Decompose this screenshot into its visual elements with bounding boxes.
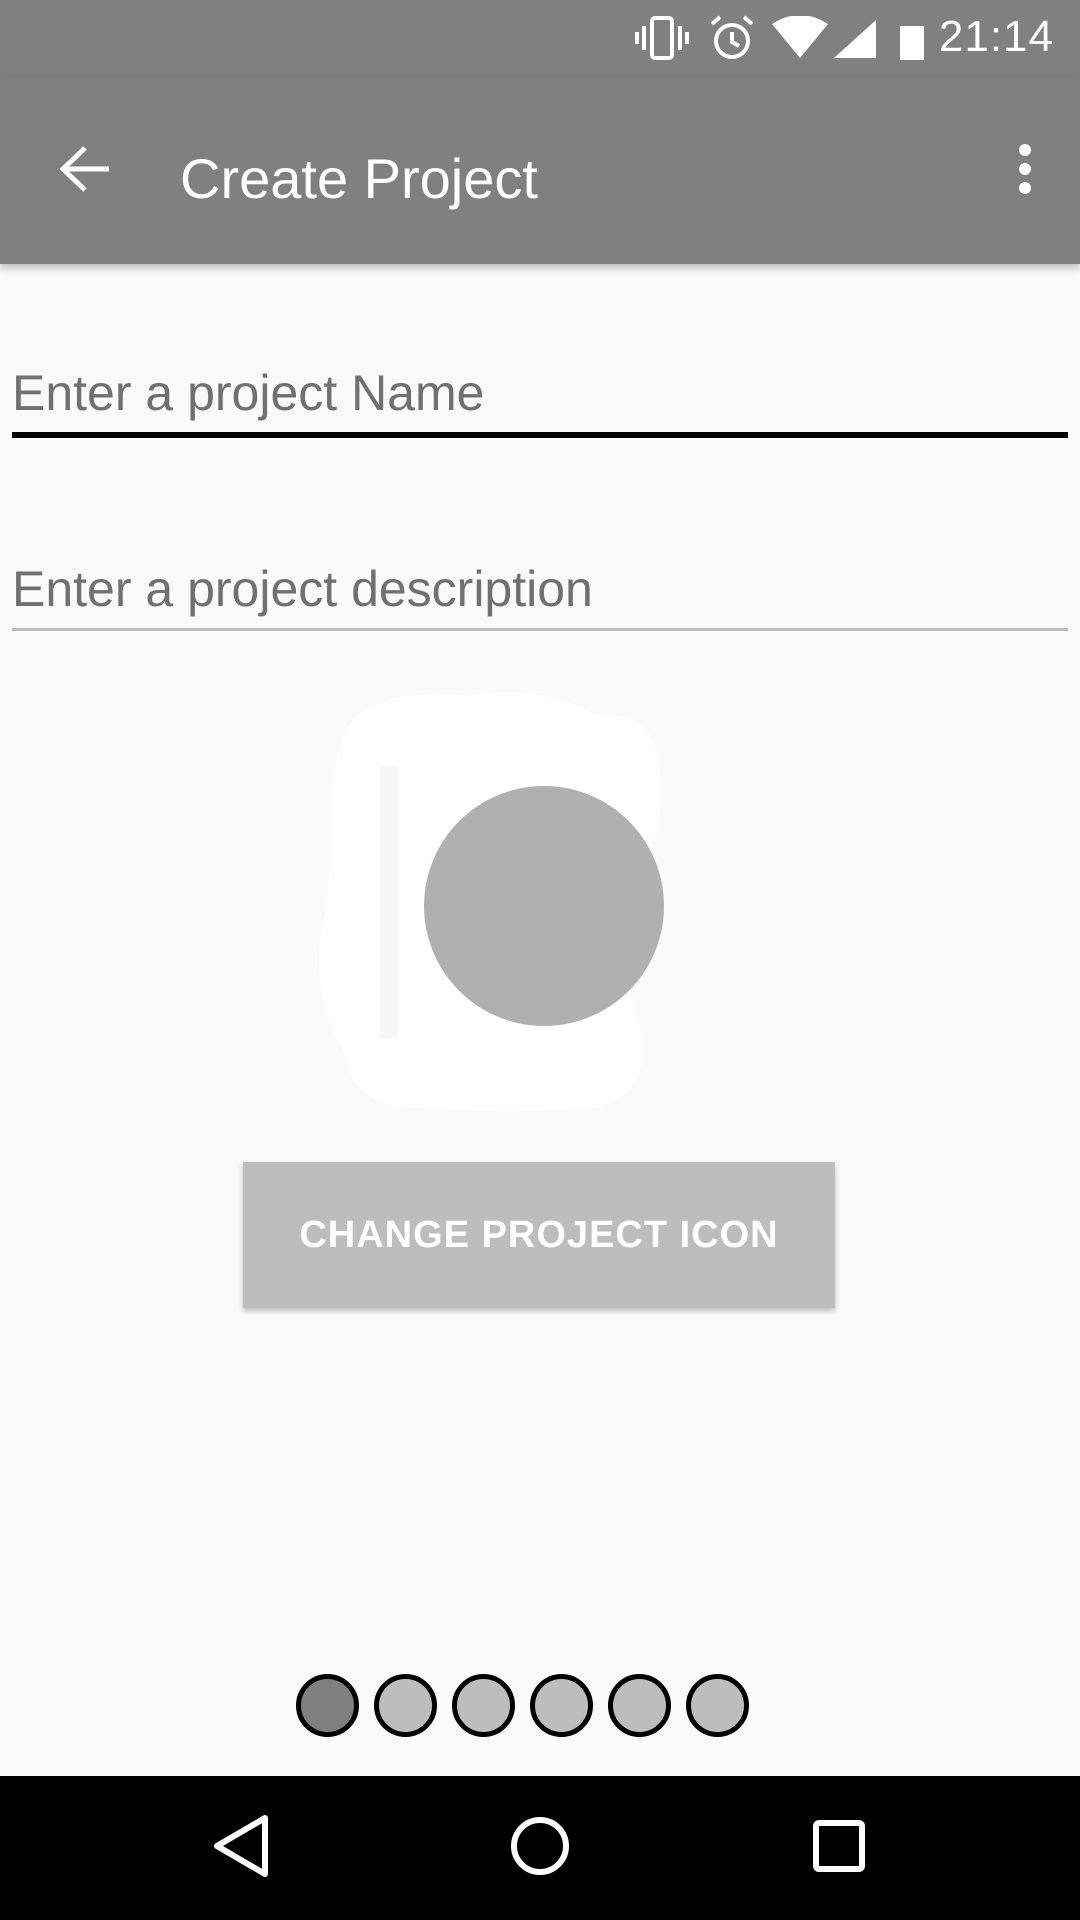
nav-recents-icon xyxy=(811,1818,867,1879)
battery-icon xyxy=(898,20,926,65)
vibrate-icon xyxy=(634,14,690,67)
project-name-field xyxy=(12,358,1068,438)
project-name-underline xyxy=(12,432,1068,438)
page-dot-1[interactable] xyxy=(295,1674,359,1737)
page-dot-3[interactable] xyxy=(451,1674,515,1737)
page-indicator xyxy=(0,1674,1062,1737)
wifi-icon xyxy=(772,15,828,63)
page-dot-2[interactable] xyxy=(373,1674,437,1737)
back-button[interactable] xyxy=(40,126,130,216)
project-description-underline xyxy=(12,628,1068,631)
nav-home-button[interactable] xyxy=(495,1803,585,1893)
page-dot-6[interactable] xyxy=(685,1674,749,1737)
nav-back-icon xyxy=(211,1814,271,1883)
status-bar: 21:14 xyxy=(0,0,1080,76)
system-nav-bar xyxy=(0,1776,1080,1920)
page-dot-5[interactable] xyxy=(607,1674,671,1737)
project-icon-placeholder xyxy=(318,691,664,1111)
app-bar: Create Project xyxy=(0,76,1080,264)
project-name-input[interactable] xyxy=(12,358,1068,428)
overflow-menu-button[interactable] xyxy=(990,126,1060,216)
alarm-icon xyxy=(708,14,756,67)
status-time: 21:14 xyxy=(938,12,1054,61)
change-project-icon-button[interactable]: CHANGE PROJECT ICON xyxy=(243,1162,835,1308)
project-icon-preview[interactable] xyxy=(318,688,748,1118)
page-title: Create Project xyxy=(180,147,538,210)
more-vert-icon xyxy=(1017,143,1033,200)
project-description-field xyxy=(12,554,1068,631)
page-dot-4[interactable] xyxy=(529,1674,593,1737)
nav-recents-button[interactable] xyxy=(794,1803,884,1893)
project-description-input[interactable] xyxy=(12,554,1068,624)
arrow-back-icon xyxy=(59,145,111,198)
cellular-signal-icon xyxy=(834,20,876,63)
nav-back-button[interactable] xyxy=(196,1803,286,1893)
create-project-screen: 21:14 Create Project Enter a project Nam… xyxy=(0,0,1080,1920)
nav-home-icon xyxy=(508,1814,572,1883)
